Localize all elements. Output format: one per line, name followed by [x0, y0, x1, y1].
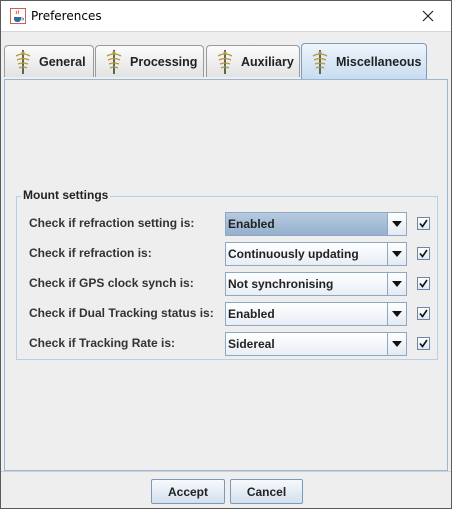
dropdown-arrow-button[interactable]	[387, 333, 406, 355]
combo-value: Sidereal	[228, 337, 275, 351]
gps-clock-checkbox[interactable]	[417, 277, 430, 290]
row-label: Check if Dual Tracking status is:	[29, 306, 214, 320]
dropdown-arrow-button[interactable]	[387, 213, 406, 235]
dropdown-arrow-button[interactable]	[387, 273, 406, 295]
dropdown-arrow-button[interactable]	[387, 243, 406, 265]
tab-general[interactable]: General	[4, 45, 94, 77]
row-label: Check if Tracking Rate is:	[29, 336, 176, 350]
dropdown-arrow-button[interactable]	[387, 303, 406, 325]
chevron-down-icon	[392, 251, 402, 257]
app-logo-icon	[312, 49, 328, 74]
app-logo-icon	[106, 49, 122, 74]
footer-divider	[1, 471, 451, 472]
gps-clock-select[interactable]: Not synchronising	[225, 272, 407, 296]
tracking-rate-select[interactable]: Sidereal	[225, 332, 407, 356]
mount-settings-title: Mount settings	[21, 188, 111, 202]
settings-row-tracking-rate: Check if Tracking Rate is: Sidereal	[29, 332, 433, 356]
settings-row-dual-tracking: Check if Dual Tracking status is: Enable…	[29, 302, 433, 326]
settings-row-refraction-setting: Check if refraction setting is: Enabled	[29, 212, 433, 236]
tab-miscellaneous-label: Miscellaneous	[336, 54, 422, 69]
checkmark-icon	[419, 309, 428, 318]
refraction-setting-select[interactable]: Enabled	[225, 212, 407, 236]
tab-miscellaneous[interactable]: Miscellaneous	[301, 43, 427, 79]
close-button[interactable]	[405, 1, 451, 31]
app-logo-icon	[15, 49, 31, 74]
tab-auxiliary-label: Auxiliary	[241, 54, 294, 69]
tab-processing-label: Processing	[130, 54, 198, 69]
checkmark-icon	[419, 279, 428, 288]
chevron-down-icon	[392, 341, 402, 347]
chevron-down-icon	[392, 311, 402, 317]
checkmark-icon	[419, 339, 428, 348]
mount-settings-group: Mount settings Check if refraction setti…	[16, 188, 438, 360]
accept-button[interactable]: Accept	[151, 479, 225, 504]
java-cup-icon	[10, 8, 26, 24]
tab-general-label: General	[39, 54, 86, 69]
row-label: Check if GPS clock synch is:	[29, 276, 194, 290]
preferences-window: Preferences General Processing Auxiliary…	[0, 0, 452, 509]
dual-tracking-select[interactable]: Enabled	[225, 302, 407, 326]
settings-row-refraction: Check if refraction is: Continuously upd…	[29, 242, 433, 266]
chevron-down-icon	[392, 221, 402, 227]
tab-processing[interactable]: Processing	[95, 45, 204, 77]
row-label: Check if refraction is:	[29, 246, 152, 260]
chevron-down-icon	[392, 281, 402, 287]
dual-tracking-checkbox[interactable]	[417, 307, 430, 320]
tab-content-panel: Mount settings Check if refraction setti…	[4, 79, 448, 471]
app-logo-icon	[217, 49, 233, 74]
close-icon	[422, 10, 434, 22]
settings-row-gps-clock: Check if GPS clock synch is: Not synchro…	[29, 272, 433, 296]
tracking-rate-checkbox[interactable]	[417, 337, 430, 350]
combo-value: Enabled	[228, 307, 275, 321]
combo-value: Not synchronising	[228, 277, 334, 291]
combo-value: Enabled	[228, 217, 275, 231]
window-title: Preferences	[31, 9, 102, 23]
tab-auxiliary[interactable]: Auxiliary	[206, 45, 300, 77]
refraction-select[interactable]: Continuously updating	[225, 242, 407, 266]
checkmark-icon	[419, 249, 428, 258]
row-label: Check if refraction setting is:	[29, 216, 195, 230]
refraction-checkbox[interactable]	[417, 247, 430, 260]
combo-value: Continuously updating	[228, 247, 359, 261]
cancel-button[interactable]: Cancel	[230, 479, 303, 504]
refraction-setting-checkbox[interactable]	[417, 217, 430, 230]
title-bar: Preferences	[1, 1, 451, 32]
checkmark-icon	[419, 219, 428, 228]
